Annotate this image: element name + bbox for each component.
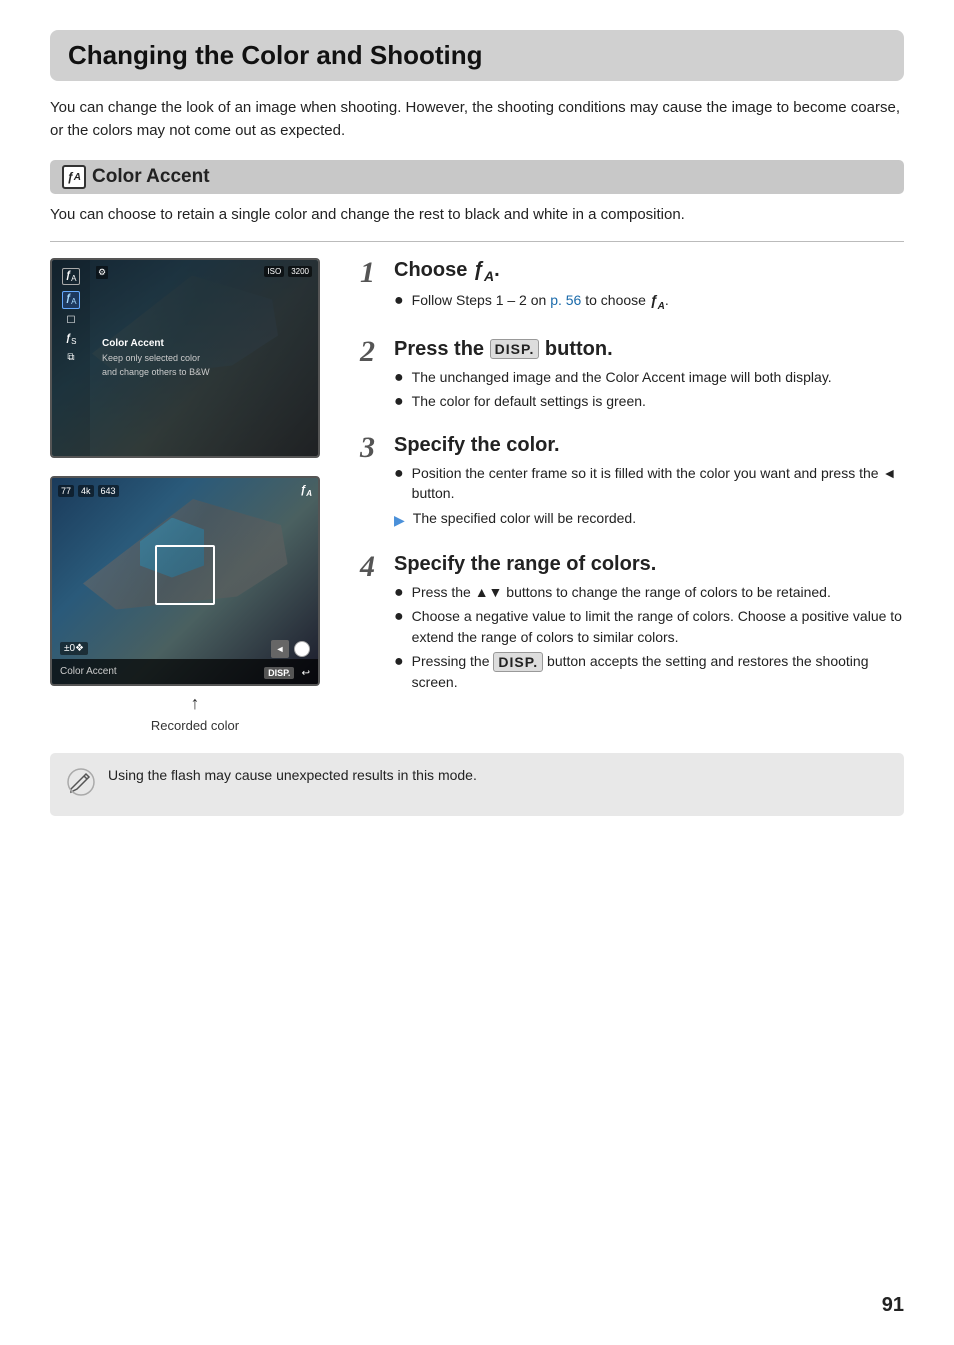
note-text: Using the flash may cause unexpected res… [108, 765, 477, 786]
step-4-bullet-3: ● Pressing the DISP. button accepts the … [394, 651, 904, 693]
step-2-bullet-1-text: The unchanged image and the Color Accent… [412, 367, 832, 387]
cam-icon-fa: ƒA [62, 268, 81, 286]
step-3-bullet-2: ▶ The specified color will be recorded. [394, 508, 904, 530]
step-1-title-icon: ƒA [473, 259, 494, 281]
cam2-top-left: 77 4k 643 [58, 485, 119, 497]
step-1-inline-icon: ƒA [650, 292, 665, 308]
camera-screen-1: ƒA ƒA ☐ ƒS ⧉ Color Accent Keep only sele… [50, 258, 320, 458]
page-number: 91 [882, 1294, 904, 1317]
page-title-box: Changing the Color and Shooting [50, 30, 904, 81]
cam2-top-right-icon: ƒA [300, 484, 312, 498]
section-description: You can choose to retain a single color … [50, 204, 904, 227]
step-2-bullet-1: ● The unchanged image and the Color Acce… [394, 367, 904, 387]
step-4-bullet-1-text: Press the ▲▼ buttons to change the range… [412, 582, 831, 602]
recorded-color-container: ↑ Recorded color [50, 694, 340, 733]
step-4-bullet-2-text: Choose a negative value to limit the ran… [412, 606, 904, 647]
bullet-dot-4-1: ● [394, 583, 404, 602]
step-1-bullet-1-text: Follow Steps 1 – 2 on p. 56 to choose ƒA… [412, 290, 669, 314]
cam-icon-fs: ƒS [66, 333, 77, 347]
bullet-dot-2-1: ● [394, 368, 404, 387]
cam2-bottom-bar: Color Accent DISP. ↩ [52, 659, 318, 684]
recorded-color-label: Recorded color [50, 718, 340, 733]
cam2-top-bar: 77 4k 643 ƒA [58, 484, 312, 498]
step-4-disp-btn: DISP. [493, 652, 543, 672]
step-1-title: Choose ƒA. [394, 258, 904, 285]
bullet-dot-4-3: ● [394, 652, 404, 671]
step-4-bullet-3-text: Pressing the DISP. button accepts the se… [412, 651, 904, 693]
step-2-bullet-2: ● The color for default settings is gree… [394, 391, 904, 411]
cam2-stat-77: 77 [58, 485, 74, 497]
step-2-number: 2 [360, 337, 384, 367]
recorded-color-arrow: ↑ [50, 694, 340, 712]
bullet-dot-4-2: ● [394, 607, 404, 626]
step-3-bullet-1: ● Position the center frame so it is fil… [394, 463, 904, 504]
cam2-disp-btn: DISP. ↩ [264, 663, 310, 680]
step-4-content: Specify the range of colors. ● Press the… [394, 552, 904, 697]
cam2-bottom-label: Color Accent [60, 666, 117, 677]
cam1-icon-settings: ⚙ [96, 266, 108, 279]
bullet-arrow-3-2: ▶ [394, 510, 405, 530]
cam2-overlay: 77 4k 643 ƒA Color Accent DISP. ↩ [52, 478, 318, 684]
right-column: 1 Choose ƒA. ● Follow Steps 1 – 2 on p. … [360, 258, 904, 715]
step-4-bullet-1: ● Press the ▲▼ buttons to change the ran… [394, 582, 904, 602]
cam2-left-btn[interactable]: ◄ [271, 640, 289, 658]
cam-icon-copy: ⧉ [67, 352, 74, 364]
step-1-link[interactable]: p. 56 [550, 292, 581, 308]
step-1: 1 Choose ƒA. ● Follow Steps 1 – 2 on p. … [360, 258, 904, 319]
cam-menu-desc2: and change others to B&W [102, 367, 306, 377]
section-header: ƒA Color Accent [50, 160, 904, 194]
cam-menu-desc1: Keep only selected color [102, 353, 306, 363]
cam-right-menu: Color Accent Keep only selected color an… [90, 260, 318, 456]
cam-icon-checkbox: ☐ [67, 315, 76, 327]
page-title: Changing the Color and Shooting [68, 40, 886, 71]
camera-screen-2: 77 4k 643 ƒA Color Accent DISP. ↩ [50, 476, 320, 686]
cam-left-icons: ƒA ƒA ☐ ƒS ⧉ [52, 260, 90, 456]
step-3-bullet-1-text: Position the center frame so it is fille… [412, 463, 904, 504]
cam2-color-swatch [294, 641, 310, 657]
bullet-dot-3-1: ● [394, 464, 404, 483]
note-box: Using the flash may cause unexpected res… [50, 753, 904, 816]
step-2: 2 Press the DISP. button. ● The unchange… [360, 337, 904, 416]
left-column: ƒA ƒA ☐ ƒS ⧉ Color Accent Keep only sele… [50, 258, 340, 733]
cam2-stat-4k: 4k [78, 485, 94, 497]
section-header-icon: ƒA [62, 165, 86, 189]
step-1-bullet-1: ● Follow Steps 1 – 2 on p. 56 to choose … [394, 290, 904, 314]
cam2-center-frame [155, 545, 215, 605]
cam1-status-iso: ISO [264, 266, 284, 277]
step-1-number: 1 [360, 258, 384, 288]
step-3-content: Specify the color. ● Position the center… [394, 433, 904, 534]
bullet-dot-2-2: ● [394, 392, 404, 411]
camera-menu-overlay: ƒA ƒA ☐ ƒS ⧉ Color Accent Keep only sele… [52, 260, 318, 456]
step-1-title-prefix: Choose [394, 259, 473, 281]
step-3-bullet-2-text: The specified color will be recorded. [413, 508, 636, 528]
step-1-content: Choose ƒA. ● Follow Steps 1 – 2 on p. 56… [394, 258, 904, 319]
step-4: 4 Specify the range of colors. ● Press t… [360, 552, 904, 697]
cam1-status-num: 3200 [288, 266, 312, 277]
section-title: Color Accent [92, 166, 210, 188]
step-2-content: Press the DISP. button. ● The unchanged … [394, 337, 904, 416]
divider [50, 241, 904, 242]
step-4-number: 4 [360, 552, 384, 582]
step-2-bullet-2-text: The color for default settings is green. [412, 391, 646, 411]
bullet-dot-1-1: ● [394, 291, 404, 310]
cam2-stat-643: 643 [98, 485, 119, 497]
intro-text: You can change the look of an image when… [50, 97, 904, 142]
step-3-title: Specify the color. [394, 433, 904, 457]
step-2-title: Press the DISP. button. [394, 337, 904, 361]
step-3: 3 Specify the color. ● Position the cent… [360, 433, 904, 534]
content-area: ƒA ƒA ☐ ƒS ⧉ Color Accent Keep only sele… [50, 258, 904, 733]
step-3-number: 3 [360, 433, 384, 463]
step-4-bullet-2: ● Choose a negative value to limit the r… [394, 606, 904, 647]
cam2-disp-label: DISP. [264, 667, 294, 679]
cam-icon-fa-selected: ƒA [62, 291, 81, 309]
step-1-title-suffix: . [494, 259, 500, 281]
cam2-return-icon: ↩ [302, 668, 310, 679]
cam2-offset: ±0❖ [60, 642, 88, 655]
step-2-disp-btn: DISP. [490, 339, 540, 359]
note-pencil-icon [66, 767, 96, 804]
cam-menu-title: Color Accent [102, 338, 306, 349]
step-4-title: Specify the range of colors. [394, 552, 904, 576]
